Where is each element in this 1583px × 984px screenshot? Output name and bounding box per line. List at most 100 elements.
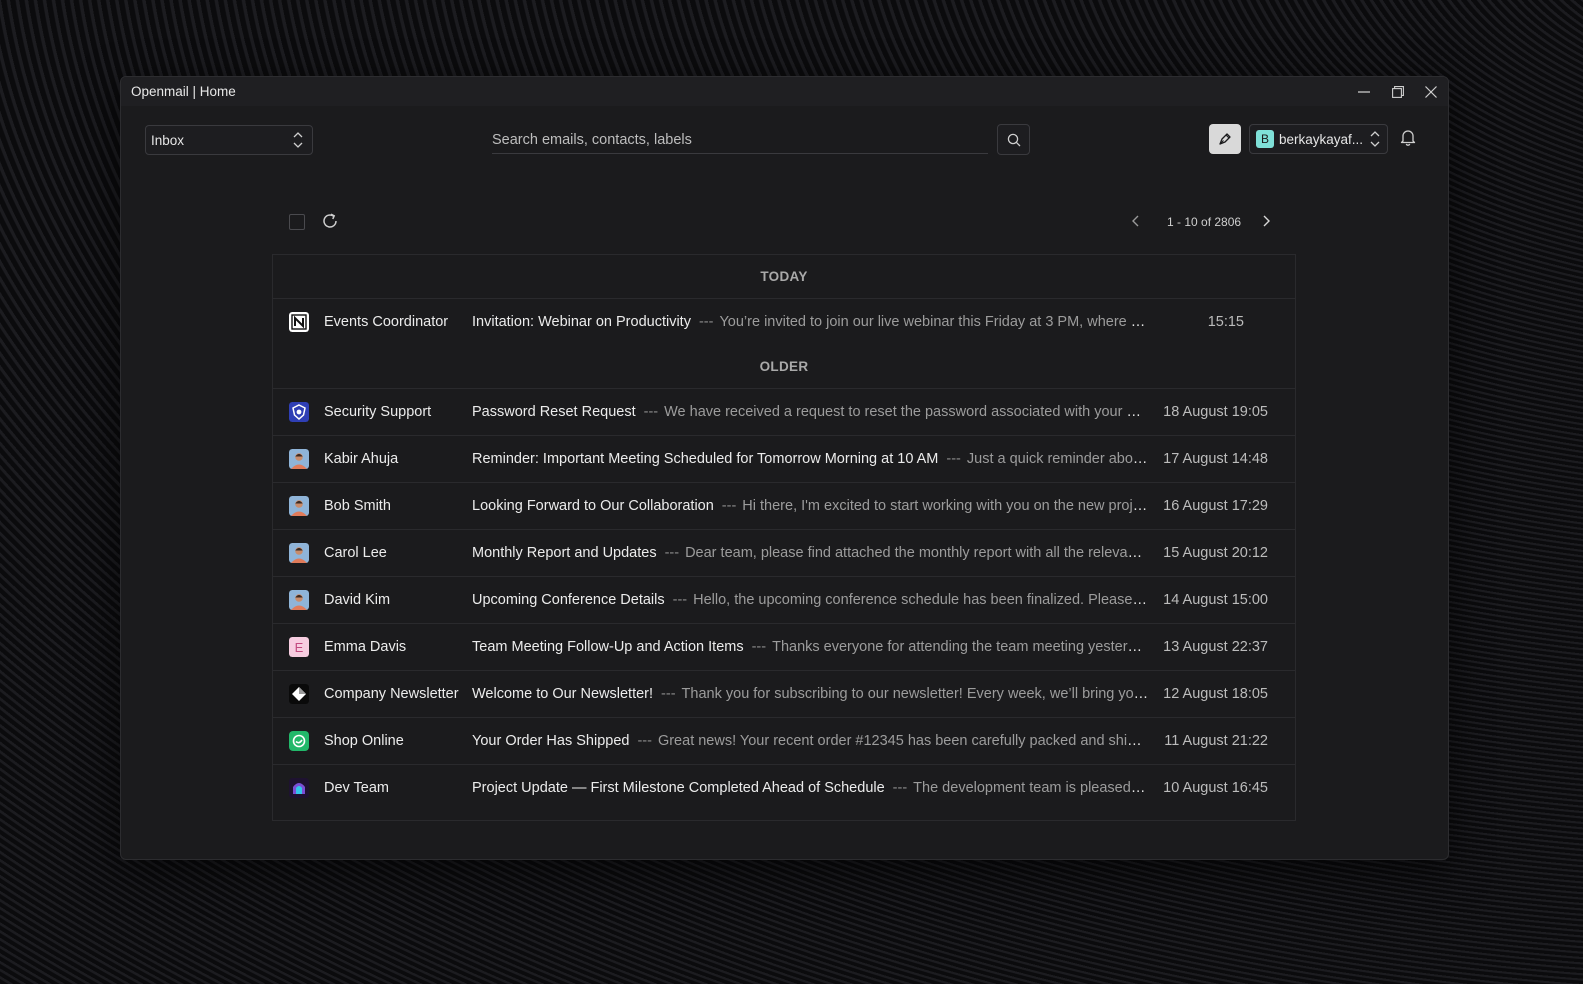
group-header-older: OLDER — [273, 345, 1295, 389]
email-separator: --- — [721, 498, 737, 514]
email-date: 15 August 20:12 — [1163, 545, 1268, 561]
email-date: 12 August 18:05 — [1163, 686, 1268, 702]
email-row[interactable]: Carol Lee Monthly Report and Updates --- De… — [273, 530, 1295, 577]
avatar-photo-icon — [289, 543, 309, 563]
email-subject: Monthly Report and Updates — [472, 545, 657, 561]
email-subject: Reminder: Important Meeting Scheduled fo… — [472, 451, 939, 467]
folder-select-value: Inbox — [151, 132, 185, 148]
email-row[interactable]: E Emma Davis Team Meeting Follow-Up and Ac… — [273, 624, 1295, 671]
email-date: 13 August 22:37 — [1163, 639, 1268, 655]
email-separator: --- — [643, 404, 659, 420]
list-toolbar: 1 - 10 of 2806 — [272, 199, 1294, 249]
email-separator: --- — [661, 686, 676, 702]
email-separator: --- — [637, 733, 652, 749]
email-snippet: Just a quick reminder about the meeting … — [966, 451, 1149, 467]
email-sender: Shop Online — [324, 733, 404, 749]
email-sender: David Kim — [324, 592, 391, 608]
email-subject: Upcoming Conference Details — [472, 592, 665, 608]
search-input[interactable]: Search emails, contacts, labels — [492, 126, 988, 154]
search-placeholder: Search emails, contacts, labels — [492, 131, 692, 148]
email-date: 18 August 19:05 — [1163, 404, 1268, 420]
email-date: 16 August 17:29 — [1163, 498, 1268, 514]
email-sender: Carol Lee — [324, 545, 387, 561]
email-separator: --- — [672, 592, 688, 608]
email-snippet: Great news! Your recent order #12345 has… — [657, 733, 1149, 749]
email-content: Reminder: Important Meeting Scheduled fo… — [472, 451, 1149, 467]
email-snippet: Thanks everyone for attending the team m… — [772, 639, 1149, 655]
email-date: 14 August 15:00 — [1163, 592, 1268, 608]
avatar-photo-icon — [289, 496, 309, 516]
account-switcher[interactable]: B berkaykayaf... — [1249, 124, 1388, 154]
pagination-label: 1 - 10 of 2806 — [1167, 215, 1242, 229]
email-row[interactable]: Dev Team Project Update — First Milestone… — [273, 765, 1295, 811]
email-sender: Kabir Ahuja — [324, 451, 399, 467]
email-separator: --- — [751, 639, 767, 655]
email-separator: --- — [892, 780, 908, 796]
email-sender: Emma Davis — [324, 639, 407, 655]
close-button[interactable] — [1414, 77, 1448, 106]
email-separator: --- — [664, 545, 680, 561]
email-row[interactable]: Bob Smith Looking Forward to Our Collabor… — [273, 483, 1295, 530]
email-snippet: Dear team, please find attached the mont… — [685, 545, 1149, 561]
dev-logo-icon — [289, 778, 309, 798]
select-all-checkbox[interactable] — [289, 214, 305, 230]
shop-logo-icon — [289, 731, 309, 751]
email-sender: Security Support — [324, 404, 432, 420]
restore-icon — [1392, 85, 1404, 98]
email-subject: Welcome to Our Newsletter! — [472, 686, 654, 702]
email-date: 10 August 16:45 — [1163, 780, 1268, 796]
email-row[interactable]: Company Newsletter Welcome to Our Newslet… — [273, 671, 1295, 718]
email-subject: Your Order Has Shipped — [472, 733, 630, 749]
minimize-icon — [1358, 90, 1370, 93]
search-icon — [1007, 133, 1020, 146]
refresh-icon — [323, 213, 337, 228]
email-separator: --- — [698, 314, 714, 330]
email-row[interactable]: Kabir Ahuja Reminder: Important Meeting S… — [273, 436, 1295, 483]
bell-icon — [1400, 130, 1416, 146]
email-row[interactable]: Events Coordinator Invitation: Webinar on… — [273, 299, 1295, 345]
notifications-button[interactable] — [1399, 128, 1417, 151]
chevron-up-down-icon — [293, 132, 303, 148]
email-content: Monthly Report and Updates --- Dear team, … — [472, 545, 1149, 561]
diamond-logo-icon — [289, 684, 309, 704]
email-subject: Project Update — First Milestone Complet… — [472, 780, 885, 796]
restore-button[interactable] — [1381, 77, 1415, 106]
email-subject: Looking Forward to Our Collaboration — [472, 498, 714, 514]
refresh-button[interactable] — [320, 211, 340, 236]
avatar-photo-icon — [289, 449, 309, 469]
close-icon — [1425, 85, 1437, 98]
initial-e-icon: E — [289, 637, 309, 657]
folder-select[interactable]: Inbox — [145, 125, 313, 155]
email-list: TODAY Events Coordinator Invitation: Webi… — [272, 254, 1296, 821]
search-button[interactable] — [997, 124, 1030, 155]
email-content: Your Order Has Shipped --- Great news! You… — [472, 733, 1149, 749]
email-content: Upcoming Conference Details --- Hello, the… — [472, 592, 1149, 608]
chevron-right-icon[interactable] — [1260, 213, 1272, 229]
email-sender: Dev Team — [324, 780, 390, 796]
email-content: Project Update — First Milestone Complet… — [472, 780, 1149, 796]
email-date: 17 August 14:48 — [1163, 451, 1268, 467]
email-subject: Invitation: Webinar on Productivity — [472, 314, 691, 330]
email-snippet: Hello, the upcoming conference schedule … — [693, 592, 1149, 608]
email-sender: Bob Smith — [324, 498, 391, 514]
email-subject: Password Reset Request — [472, 404, 636, 420]
pen-icon — [1219, 133, 1231, 145]
email-row[interactable]: David Kim Upcoming Conference Details --- H… — [273, 577, 1295, 624]
minimize-button[interactable] — [1347, 77, 1381, 106]
email-subject: Team Meeting Follow-Up and Action Items — [472, 639, 744, 655]
email-row[interactable]: Shop Online Your Order Has Shipped --- Grea… — [273, 718, 1295, 765]
shield-logo-icon — [289, 402, 309, 422]
email-content: Looking Forward to Our Collaboration --- H… — [472, 498, 1149, 514]
email-row[interactable]: Security Support Password Reset Request --… — [273, 389, 1295, 436]
chevron-up-down-icon — [1370, 131, 1380, 147]
email-content: Password Reset Request --- We have receive… — [472, 404, 1149, 420]
avatar-photo-icon — [289, 590, 309, 610]
account-name: berkaykayaf... — [1279, 131, 1364, 147]
email-snippet: We have received a request to reset the … — [664, 404, 1149, 420]
compose-button[interactable] — [1209, 124, 1241, 154]
top-bar: Inbox Search emails, contacts, labels B … — [121, 106, 1448, 166]
pagination: 1 - 10 of 2806 — [1124, 211, 1294, 235]
chevron-left-icon[interactable] — [1130, 213, 1142, 229]
email-snippet: Thank you for subscribing to our newslet… — [681, 686, 1149, 702]
window-title: Openmail | Home — [131, 84, 236, 99]
